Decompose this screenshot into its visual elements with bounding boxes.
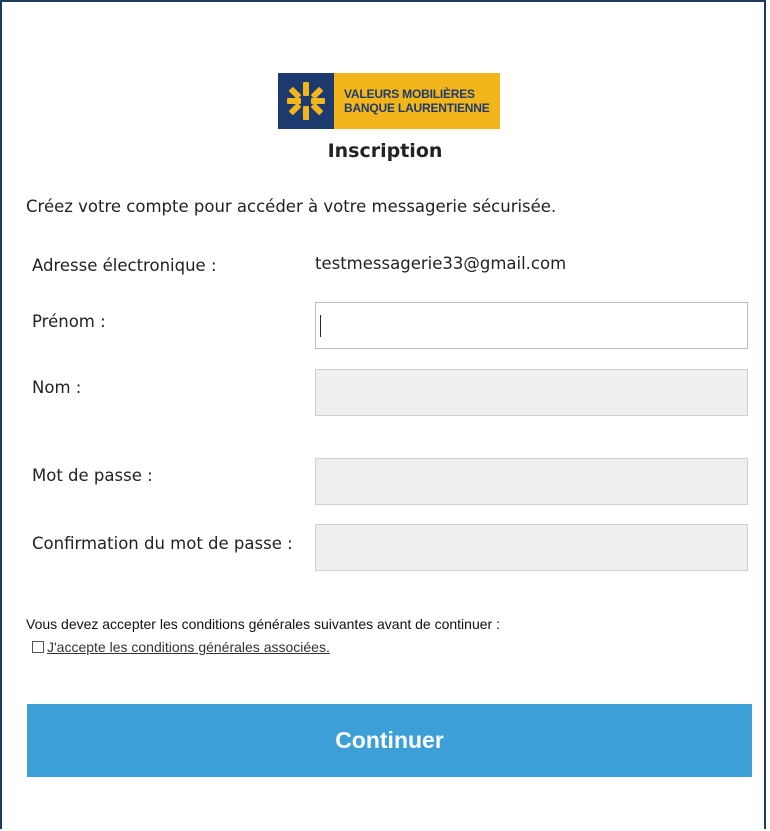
logo-line-2: BANQUE LAURENTIENNE (344, 101, 490, 115)
last-name-label: Nom : (32, 378, 82, 397)
password-input[interactable] (315, 458, 748, 505)
text-caret (320, 315, 321, 337)
logo-line-1: VALEURS MOBILIÈRES (344, 87, 475, 101)
logo-mark-icon (278, 73, 334, 129)
logo-wordmark: VALEURS MOBILIÈRES BANQUE LAURENTIENNE (334, 73, 500, 129)
terms-checkbox[interactable] (32, 641, 44, 653)
terms-link[interactable]: J'accepte les conditions générales assoc… (47, 639, 330, 655)
bank-logo: VALEURS MOBILIÈRES BANQUE LAURENTIENNE (278, 73, 500, 129)
intro-text: Créez votre compte pour accéder à votre … (26, 197, 557, 216)
terms-notice: Vous devez accepter les conditions génér… (26, 616, 500, 632)
password-label: Mot de passe : (32, 466, 153, 485)
first-name-label: Prénom : (32, 312, 106, 331)
confirm-password-label: Confirmation du mot de passe : (32, 534, 293, 553)
first-name-input[interactable] (315, 302, 748, 349)
confirm-password-input[interactable] (315, 524, 748, 571)
email-label: Adresse électronique : (32, 256, 217, 275)
continue-button[interactable]: Continuer (27, 704, 752, 777)
terms-accept-row: J'accepte les conditions générales assoc… (32, 639, 330, 655)
last-name-input[interactable] (315, 369, 748, 416)
registration-window: VALEURS MOBILIÈRES BANQUE LAURENTIENNE I… (0, 0, 766, 829)
page-title: Inscription (327, 140, 443, 162)
email-value: testmessagerie33@gmail.com (315, 254, 567, 273)
